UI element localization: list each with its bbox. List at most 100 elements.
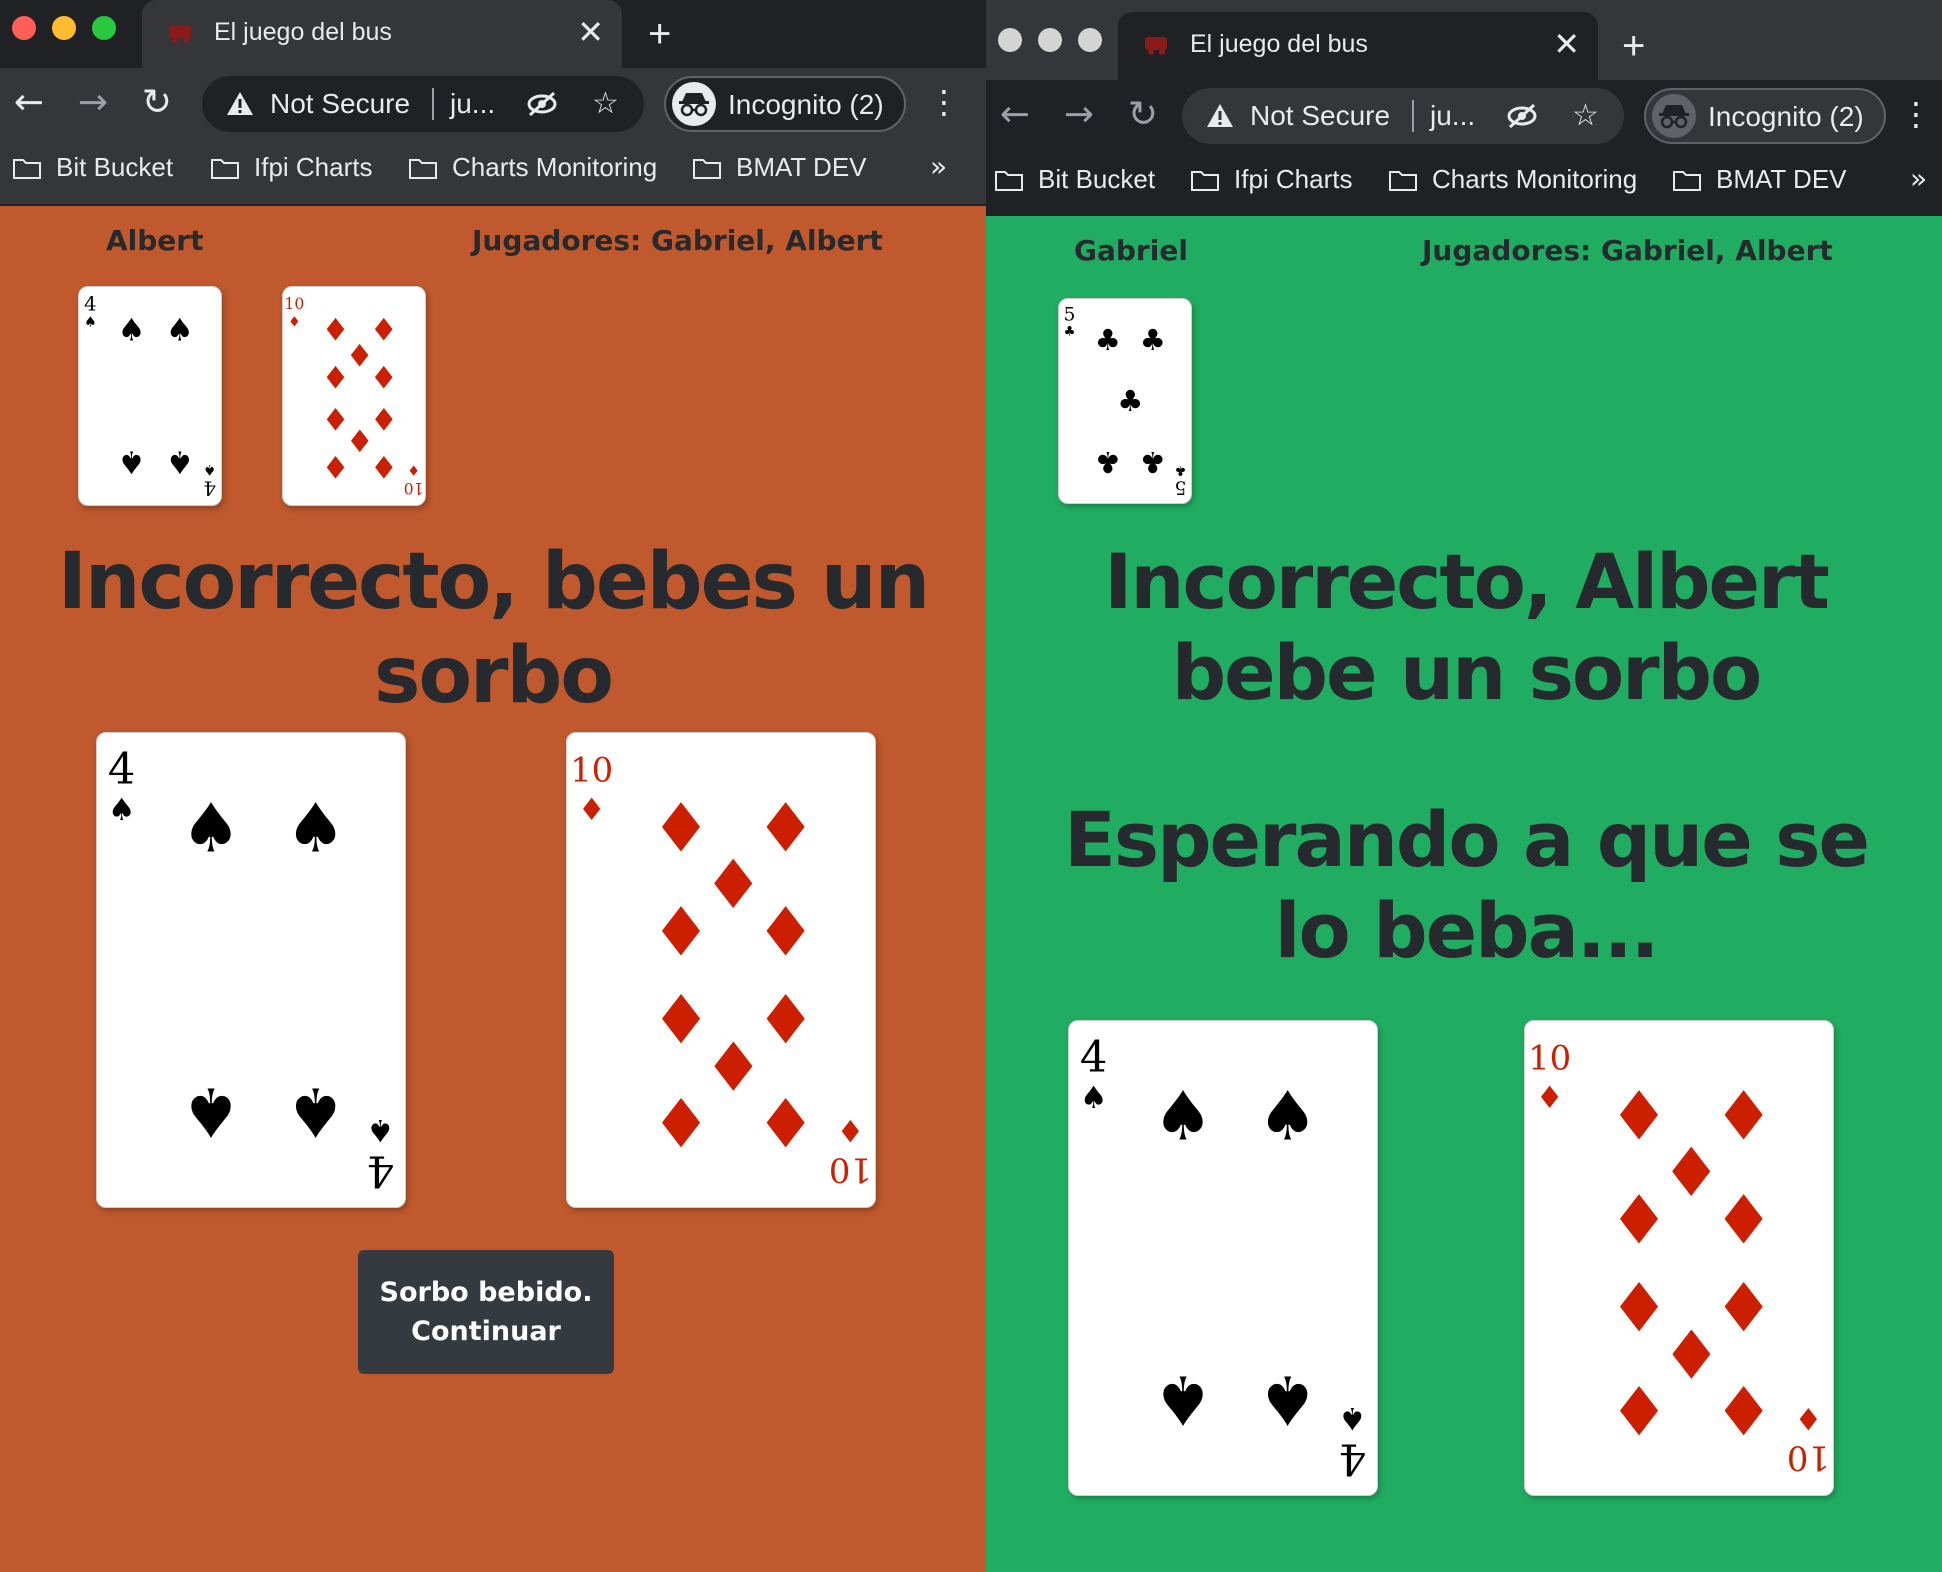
zoom-window-button[interactable] xyxy=(1078,28,1102,52)
folder-icon xyxy=(995,170,1023,191)
card-pip: ♠ xyxy=(181,1073,242,1152)
close-window-button[interactable] xyxy=(12,16,36,40)
card-pip: ♦ xyxy=(1609,1370,1670,1449)
card-pip: ♦ xyxy=(370,400,398,436)
card-pip: ♣ xyxy=(1095,323,1121,357)
zoom-window-button[interactable] xyxy=(92,16,116,40)
card-pip: ♦ xyxy=(755,978,816,1057)
new-tab-button[interactable]: + xyxy=(648,10,671,58)
minimize-window-button[interactable] xyxy=(1038,28,1062,52)
browser-tab[interactable]: El juego del bus ✕ xyxy=(142,0,622,68)
tracking-protection-eye-icon[interactable] xyxy=(526,90,558,118)
drink-continue-button[interactable]: Sorbo bebido. Continuar xyxy=(358,1250,614,1374)
card-pip: ♦ xyxy=(1713,1266,1774,1345)
incognito-indicator[interactable]: Incognito (2) xyxy=(1644,88,1886,144)
folder-icon xyxy=(409,158,437,179)
card-rank: 10 xyxy=(404,479,424,497)
bookmark-label: Charts Monitoring xyxy=(452,152,658,182)
close-window-button[interactable] xyxy=(998,28,1022,52)
card-pip: ♣ xyxy=(1095,445,1121,479)
tab-close-icon[interactable]: ✕ xyxy=(577,14,604,50)
traffic-lights xyxy=(998,28,1102,52)
card-rank: 10 xyxy=(284,295,304,313)
card-rank: 4 xyxy=(1339,1433,1366,1483)
folder-icon xyxy=(1673,170,1701,191)
reload-icon[interactable]: ↻ xyxy=(136,82,178,124)
bookmark-ifpi-charts[interactable]: Ifpi Charts xyxy=(1190,164,1353,195)
card-suit-index: ♦ xyxy=(407,462,420,478)
bookmarks-overflow-icon[interactable]: » xyxy=(1910,162,1927,195)
card-pip: ♠ xyxy=(118,313,146,349)
bookmark-bmat-dev[interactable]: BMAT DEV xyxy=(692,152,867,183)
player-name: Albert xyxy=(106,224,204,257)
card-suit-index: ♠ xyxy=(1339,1400,1367,1436)
forward-icon[interactable]: → xyxy=(1058,94,1100,136)
browser-tab[interactable]: El juego del bus ✕ xyxy=(1118,12,1598,80)
address-bar[interactable]: Not Secure ju... ☆ xyxy=(1182,88,1624,144)
traffic-lights xyxy=(12,16,116,40)
incognito-label: Incognito (2) xyxy=(1708,101,1864,132)
tab-title: El juego del bus xyxy=(1190,30,1368,58)
back-icon[interactable]: ← xyxy=(8,82,50,124)
card-pip: ♦ xyxy=(1713,1370,1774,1449)
card-pip: ♠ xyxy=(166,313,194,349)
waiting-message: Esperando a que se lo beba... xyxy=(1063,795,1870,976)
bus-favicon-icon xyxy=(1145,37,1167,55)
hand-card: 4 ♠ 4 ♠ ♠ ♠ ♠ ♠ xyxy=(78,286,222,506)
result-message: Incorrecto, Albert bebe un sorbo xyxy=(1104,537,1830,718)
browser-toolbar: ← → ↻ Not Secure ju... ☆ Incognito (2) ⋮ xyxy=(0,68,986,138)
card-pip: ♦ xyxy=(755,893,816,972)
security-label: Not Secure xyxy=(1250,100,1391,131)
bookmark-star-icon[interactable]: ☆ xyxy=(1572,98,1599,133)
more-menu-icon[interactable]: ⋮ xyxy=(1900,90,1932,138)
folder-icon xyxy=(693,158,721,179)
player-name: Gabriel xyxy=(1074,234,1188,267)
incognito-indicator[interactable]: Incognito (2) xyxy=(664,76,906,132)
incognito-icon xyxy=(672,82,716,126)
card-face: 4♠4♠♠ ♠♠ ♠ xyxy=(1080,1033,1367,1483)
card-face: 10♦10♦♦ ♦♦♦ ♦♦ ♦♦♦ ♦ xyxy=(1528,1038,1830,1477)
folder-icon xyxy=(1389,170,1417,191)
bookmark-label: Ifpi Charts xyxy=(254,152,373,182)
card-rank: 4 xyxy=(367,1145,394,1195)
card-pip: ♦ xyxy=(322,361,350,397)
bookmark-bit-bucket[interactable]: Bit Bucket xyxy=(994,164,1155,195)
omnibox-divider xyxy=(1412,100,1414,132)
more-menu-icon[interactable]: ⋮ xyxy=(928,78,960,126)
minimize-window-button[interactable] xyxy=(52,16,76,40)
bookmarks-overflow-icon[interactable]: » xyxy=(930,150,947,183)
card-pip: ♦ xyxy=(1713,1076,1774,1155)
bookmark-charts-monitoring[interactable]: Charts Monitoring xyxy=(1388,164,1637,195)
bookmark-label: Ifpi Charts xyxy=(1234,164,1353,194)
bookmark-bit-bucket[interactable]: Bit Bucket xyxy=(12,152,173,183)
tracking-protection-eye-icon[interactable] xyxy=(1506,102,1538,130)
card-pip: ♦ xyxy=(1609,1181,1670,1260)
players-list: Jugadores: Gabriel, Albert xyxy=(472,224,883,257)
incognito-icon xyxy=(1652,94,1696,138)
card-pip: ♠ xyxy=(285,788,346,867)
warning-icon xyxy=(1207,104,1233,127)
forward-icon[interactable]: → xyxy=(72,82,114,124)
card-rank: 10 xyxy=(1528,1038,1571,1077)
bookmark-ifpi-charts[interactable]: Ifpi Charts xyxy=(210,152,373,183)
card-suit-index: ♠ xyxy=(84,314,97,330)
bookmark-star-icon[interactable]: ☆ xyxy=(592,86,619,121)
table-card: 4 ♠ 4 ♠ ♠ ♠ ♠ ♠ xyxy=(1068,1020,1378,1496)
card-suit-index: ♦ xyxy=(837,1112,865,1148)
table-card: 10 ♦ 10 ♦ ♦ ♦ ♦ ♦ ♦ ♦ ♦ ♦ ♦ ♦ xyxy=(566,732,876,1208)
new-tab-button[interactable]: + xyxy=(1622,22,1645,70)
tab-close-icon[interactable]: ✕ xyxy=(1553,26,1580,62)
card-suit-index: ♠ xyxy=(367,1112,395,1148)
table-card: 4 ♠ 4 ♠ ♠ ♠ ♠ ♠ xyxy=(96,732,406,1208)
url-text: ju... xyxy=(450,88,496,119)
address-bar[interactable]: Not Secure ju... ☆ xyxy=(202,76,644,132)
title-bar: El juego del bus ✕ + xyxy=(0,0,986,68)
card-pip: ♦ xyxy=(651,1082,712,1161)
bookmark-bmat-dev[interactable]: BMAT DEV xyxy=(1672,164,1847,195)
card-pip: ♠ xyxy=(181,788,242,867)
reload-icon[interactable]: ↻ xyxy=(1122,94,1164,136)
back-icon[interactable]: ← xyxy=(994,94,1036,136)
bookmark-label: Charts Monitoring xyxy=(1432,164,1638,194)
warning-icon xyxy=(227,92,253,115)
bookmark-charts-monitoring[interactable]: Charts Monitoring xyxy=(408,152,657,183)
